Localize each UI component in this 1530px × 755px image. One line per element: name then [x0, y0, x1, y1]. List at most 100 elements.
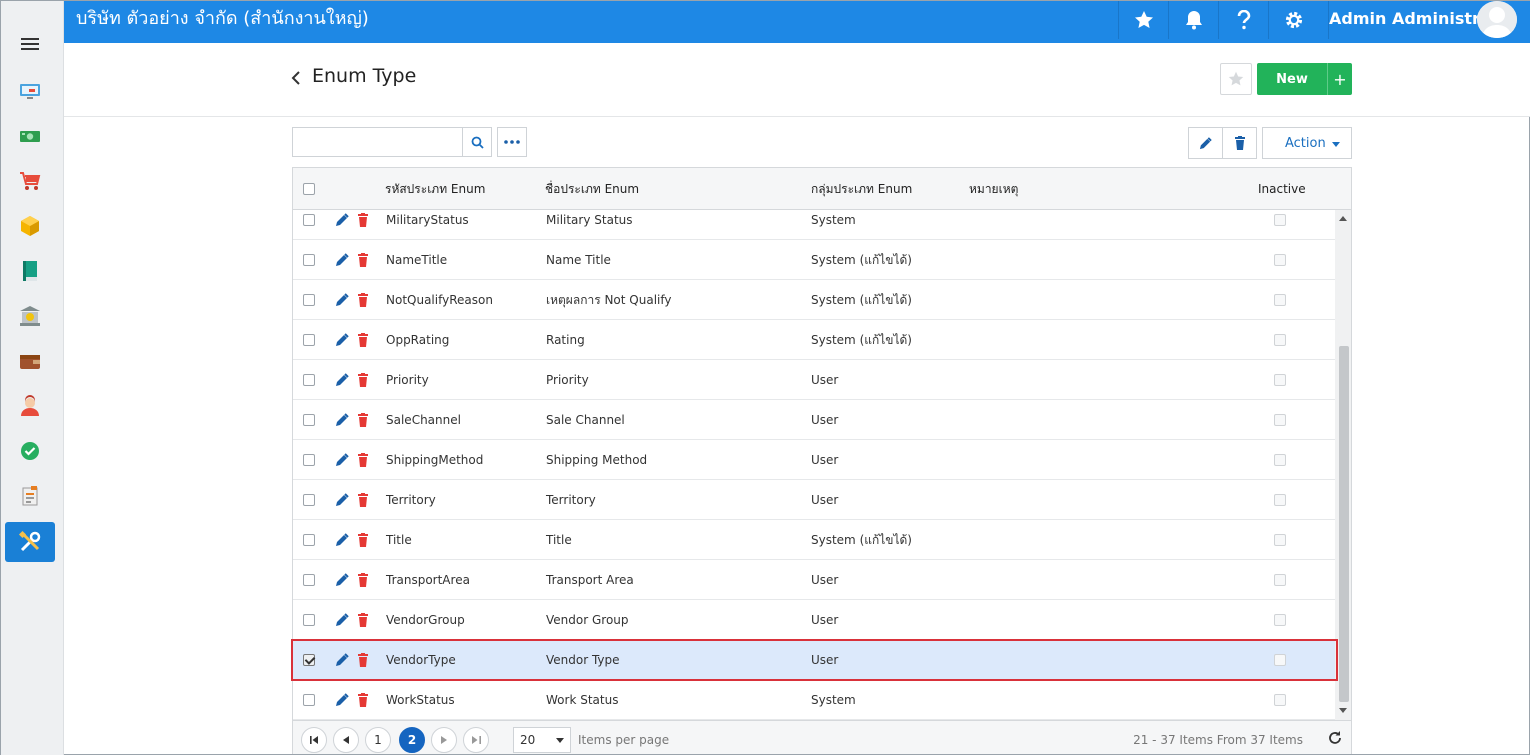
sidebar-item-book[interactable]	[5, 251, 55, 291]
edit-pencil-icon[interactable]	[335, 293, 349, 307]
table-row[interactable]: NameTitle Name Title System (แก้ไขได้)	[293, 240, 1335, 280]
next-page-button[interactable]	[431, 727, 457, 753]
sidebar-item-bank[interactable]	[5, 296, 55, 336]
table-row[interactable]: MilitaryStatus Military Status System	[293, 210, 1335, 240]
row-checkbox[interactable]	[303, 534, 315, 546]
edit-pencil-icon[interactable]	[335, 493, 349, 507]
grid-vertical-scrollbar[interactable]	[1335, 210, 1351, 720]
edit-pencil-icon[interactable]	[335, 653, 349, 667]
search-button[interactable]	[462, 127, 492, 157]
table-row[interactable]: Territory Territory User	[293, 480, 1335, 520]
column-header-name[interactable]: ชื่อประเภท Enum	[545, 168, 639, 210]
scroll-down-arrow-icon[interactable]	[1339, 708, 1347, 713]
settings-button[interactable]	[1268, 1, 1318, 39]
avatar[interactable]	[1477, 1, 1517, 38]
edit-pencil-icon[interactable]	[335, 253, 349, 267]
select-all-checkbox[interactable]	[303, 183, 315, 195]
delete-trash-icon[interactable]	[357, 253, 369, 267]
edit-pencil-icon[interactable]	[335, 373, 349, 387]
delete-trash-icon[interactable]	[357, 453, 369, 467]
page-1-button[interactable]: 1	[365, 727, 391, 753]
row-checkbox[interactable]	[303, 254, 315, 266]
delete-trash-icon[interactable]	[357, 293, 369, 307]
prev-page-button[interactable]	[333, 727, 359, 753]
table-row[interactable]: Title Title System (แก้ไขได้)	[293, 520, 1335, 560]
table-row[interactable]: NotQualifyReason เหตุผลการ Not Qualify Sys…	[293, 280, 1335, 320]
edit-pencil-icon[interactable]	[335, 573, 349, 587]
page-2-button[interactable]: 2	[399, 727, 425, 753]
delete-trash-icon[interactable]	[357, 413, 369, 427]
inactive-checkbox	[1274, 254, 1286, 266]
row-checkbox[interactable]	[303, 694, 315, 706]
add-favorite-button[interactable]	[1220, 63, 1252, 95]
edit-pencil-icon[interactable]	[335, 693, 349, 707]
edit-pencil-icon[interactable]	[335, 453, 349, 467]
sidebar-item-money[interactable]	[5, 116, 55, 156]
column-header-inactive[interactable]: Inactive	[1258, 168, 1306, 210]
delete-trash-icon[interactable]	[357, 533, 369, 547]
column-header-group[interactable]: กลุ่มประเภท Enum	[811, 168, 912, 210]
table-row[interactable]: VendorType Vendor Type User	[293, 640, 1335, 680]
delete-trash-icon[interactable]	[357, 573, 369, 587]
delete-trash-icon[interactable]	[357, 613, 369, 627]
row-checkbox[interactable]	[303, 294, 315, 306]
favorites-button[interactable]	[1118, 1, 1168, 39]
edit-pencil-icon[interactable]	[335, 413, 349, 427]
row-checkbox[interactable]	[303, 454, 315, 466]
edit-pencil-icon[interactable]	[335, 333, 349, 347]
more-options-button[interactable]	[497, 127, 527, 157]
help-button[interactable]	[1218, 1, 1268, 39]
action-dropdown[interactable]: Action	[1262, 127, 1352, 159]
scrollbar-thumb[interactable]	[1339, 346, 1349, 702]
sidebar-item-box[interactable]	[5, 206, 55, 246]
back-chevron-icon[interactable]	[289, 68, 303, 88]
table-row[interactable]: VendorGroup Vendor Group User	[293, 600, 1335, 640]
edit-pencil-icon[interactable]	[335, 613, 349, 627]
new-button[interactable]: New	[1257, 63, 1327, 95]
sidebar-item-person[interactable]	[5, 386, 55, 426]
row-checkbox[interactable]	[303, 414, 315, 426]
row-checkbox[interactable]	[303, 334, 315, 346]
sidebar-item-cart[interactable]	[5, 161, 55, 201]
delete-trash-icon[interactable]	[357, 333, 369, 347]
table-row[interactable]: WorkStatus Work Status System	[293, 680, 1335, 720]
row-checkbox[interactable]	[303, 374, 315, 386]
table-row[interactable]: TransportArea Transport Area User	[293, 560, 1335, 600]
sidebar-item-approve[interactable]	[5, 431, 55, 471]
search-input[interactable]	[292, 127, 462, 157]
table-row[interactable]: Priority Priority User	[293, 360, 1335, 400]
notifications-button[interactable]	[1168, 1, 1218, 39]
row-checkbox[interactable]	[303, 214, 315, 226]
row-checkbox[interactable]	[303, 654, 315, 666]
table-row[interactable]: SaleChannel Sale Channel User	[293, 400, 1335, 440]
edit-pencil-icon[interactable]	[335, 213, 349, 227]
delete-trash-icon[interactable]	[357, 493, 369, 507]
first-page-button[interactable]	[301, 727, 327, 753]
sidebar-item-monitor[interactable]	[5, 71, 55, 111]
column-header-code[interactable]: รหัสประเภท Enum	[385, 168, 485, 210]
row-checkbox[interactable]	[303, 614, 315, 626]
row-checkbox[interactable]	[303, 574, 315, 586]
sidebar-item-settings-tools[interactable]	[5, 522, 55, 562]
bulk-delete-button[interactable]	[1222, 127, 1257, 159]
sidebar-item-wallet[interactable]	[5, 341, 55, 381]
page-size-select[interactable]: 20	[513, 727, 571, 753]
delete-trash-icon[interactable]	[357, 693, 369, 707]
delete-trash-icon[interactable]	[357, 373, 369, 387]
edit-pencil-icon[interactable]	[335, 533, 349, 547]
last-page-button[interactable]	[463, 727, 489, 753]
row-checkbox[interactable]	[303, 494, 315, 506]
delete-trash-icon[interactable]	[357, 653, 369, 667]
delete-trash-icon[interactable]	[357, 213, 369, 227]
sidebar-item-report[interactable]	[5, 476, 55, 516]
table-row[interactable]: ShippingMethod Shipping Method User	[293, 440, 1335, 480]
column-header-note[interactable]: หมายเหตุ	[969, 168, 1018, 210]
hamburger-menu-icon[interactable]	[21, 36, 41, 52]
table-row[interactable]: OppRating Rating System (แก้ไขได้)	[293, 320, 1335, 360]
refresh-icon[interactable]	[1327, 730, 1343, 746]
scroll-up-arrow-icon[interactable]	[1339, 216, 1347, 221]
inactive-checkbox	[1274, 454, 1286, 466]
bulk-edit-button[interactable]	[1188, 127, 1223, 159]
user-name[interactable]: Admin Administr...	[1328, 1, 1483, 39]
new-dropdown-plus-button[interactable]: +	[1327, 63, 1352, 95]
